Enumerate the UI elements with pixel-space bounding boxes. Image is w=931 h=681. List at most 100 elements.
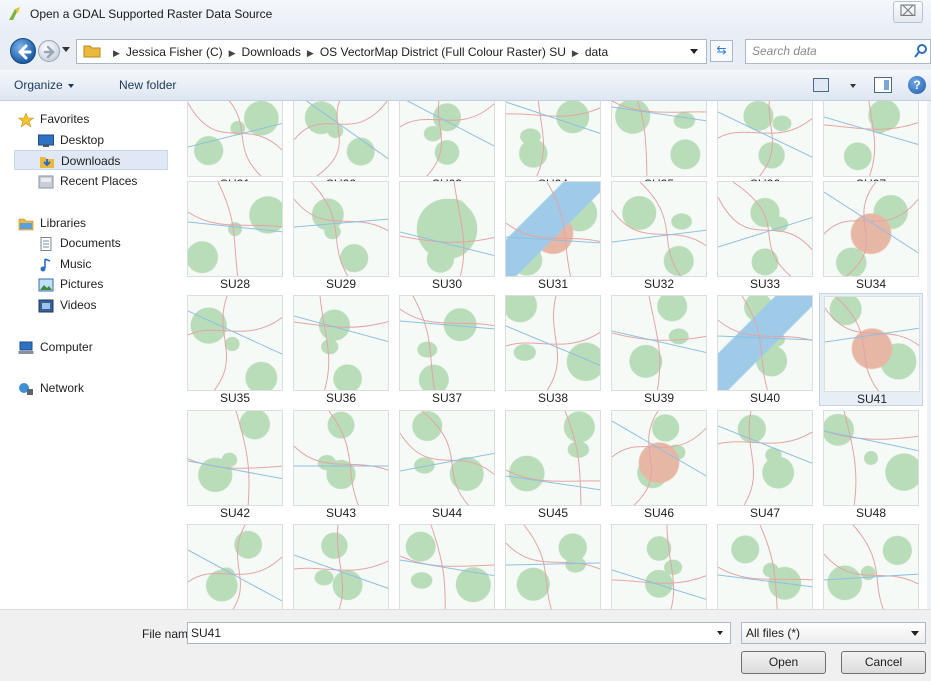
file-item[interactable]: SU41 — [819, 293, 923, 406]
music-icon — [40, 258, 51, 272]
file-type-value: All files (*) — [746, 626, 801, 640]
file-item[interactable]: SU48 — [819, 408, 923, 521]
file-item[interactable]: SU30 — [395, 179, 499, 292]
map-thumbnail — [399, 295, 495, 391]
breadcrumb-item[interactable]: data — [585, 45, 608, 59]
file-item[interactable]: SU39 — [607, 293, 711, 406]
chevron-right-icon[interactable]: ▶ — [307, 48, 314, 58]
file-item[interactable]: SU28 — [183, 179, 287, 292]
scrollbar[interactable] — [927, 101, 931, 609]
file-item[interactable] — [289, 522, 393, 609]
file-item[interactable]: SU38 — [501, 293, 605, 406]
chevron-down-icon[interactable] — [690, 49, 698, 54]
breadcrumb-item[interactable]: OS VectorMap District (Full Colour Raste… — [320, 45, 566, 59]
new-folder-button[interactable]: New folder — [119, 78, 176, 92]
file-name: SU44 — [431, 506, 463, 520]
search-icon — [914, 44, 927, 58]
cancel-button[interactable]: Cancel — [841, 651, 926, 674]
file-name-input[interactable] — [187, 622, 731, 644]
file-item[interactable] — [819, 522, 923, 609]
chevron-down-icon[interactable] — [850, 84, 856, 88]
nav-item-recent-places[interactable]: Recent Places — [38, 171, 168, 191]
file-item[interactable]: SU37 — [395, 293, 499, 406]
file-item[interactable]: SU35 — [183, 293, 287, 406]
file-item[interactable] — [607, 522, 711, 609]
breadcrumb-trail: ▶ Jessica Fisher (C) ▶ Downloads ▶ OS VectorM… — [107, 45, 608, 59]
nav-item-pictures[interactable]: Pictures — [38, 274, 168, 294]
star-icon — [18, 112, 34, 127]
title-bar: Open a GDAL Supported Raster Data Source… — [0, 0, 931, 32]
organize-menu[interactable]: Organize — [14, 78, 74, 92]
chevron-down-icon[interactable] — [717, 631, 723, 635]
file-item[interactable]: SU31 — [501, 179, 605, 292]
file-item[interactable]: SU32 — [607, 179, 711, 292]
command-bar: Organize New folder ? — [0, 70, 931, 101]
map-thumbnail — [611, 101, 707, 177]
map-thumbnail — [187, 410, 283, 506]
file-name: SU38 — [537, 391, 569, 405]
refresh-button[interactable]: ⇆ — [710, 40, 733, 62]
nav-favorites[interactable]: Favorites — [18, 109, 168, 129]
map-thumbnail — [823, 524, 919, 609]
nav-item-videos[interactable]: Videos — [38, 295, 168, 315]
forward-button[interactable] — [38, 40, 60, 62]
close-icon: ⌧ — [899, 3, 917, 20]
file-item[interactable]: SU43 — [289, 408, 393, 521]
refresh-icon: ⇆ — [716, 43, 727, 57]
file-item[interactable]: SU42 — [183, 408, 287, 521]
nav-item-desktop[interactable]: Desktop — [38, 130, 168, 150]
chevron-down-icon — [67, 83, 74, 88]
recent-places-icon — [38, 175, 54, 189]
breadcrumb-item[interactable]: Downloads — [242, 45, 301, 59]
nav-item-music[interactable]: Music — [38, 254, 168, 274]
open-button[interactable]: Open — [741, 651, 826, 674]
file-list[interactable]: SU21SU22SU23SU24SU25SU26SU27SU28SU29SU30… — [171, 101, 931, 609]
file-name: SU29 — [325, 277, 357, 291]
chevron-down-icon — [911, 631, 919, 636]
file-item[interactable]: SU36 — [289, 293, 393, 406]
file-item[interactable] — [183, 522, 287, 609]
change-view-icon[interactable] — [813, 78, 829, 92]
file-item[interactable]: SU34 — [819, 179, 923, 292]
nav-libraries[interactable]: Libraries — [18, 213, 168, 233]
qgis-app-icon — [9, 7, 20, 20]
map-thumbnail — [505, 410, 601, 506]
file-item[interactable]: SU40 — [713, 293, 817, 406]
file-name: SU43 — [325, 506, 357, 520]
file-item[interactable] — [713, 522, 817, 609]
file-item[interactable] — [501, 522, 605, 609]
close-button[interactable]: ⌧ — [893, 1, 923, 23]
preview-pane-icon[interactable] — [874, 77, 892, 93]
back-button[interactable] — [10, 38, 36, 64]
nav-item-documents[interactable]: Documents — [38, 233, 168, 253]
breadcrumb[interactable]: ▶ Jessica Fisher (C) ▶ Downloads ▶ OS VectorM… — [76, 39, 707, 64]
file-item[interactable]: SU47 — [713, 408, 817, 521]
folder-icon — [83, 45, 101, 58]
nav-network[interactable]: Network — [18, 378, 168, 398]
file-item[interactable]: SU45 — [501, 408, 605, 521]
recent-pages-dropdown-icon[interactable] — [62, 47, 70, 52]
file-item[interactable]: SU44 — [395, 408, 499, 521]
file-name: SU33 — [749, 277, 781, 291]
file-item[interactable]: SU29 — [289, 179, 393, 292]
nav-computer[interactable]: Computer — [18, 337, 168, 357]
videos-icon — [38, 299, 54, 313]
map-thumbnail — [611, 295, 707, 391]
file-item[interactable]: SU33 — [713, 179, 817, 292]
map-thumbnail — [611, 524, 707, 609]
nav-item-downloads[interactable]: Downloads — [14, 150, 168, 170]
chevron-right-icon[interactable]: ▶ — [229, 48, 236, 58]
file-name: SU46 — [643, 506, 675, 520]
file-name: SU41 — [856, 392, 888, 406]
map-thumbnail — [399, 410, 495, 506]
file-name: SU35 — [219, 391, 251, 405]
file-type-select[interactable]: All files (*) — [741, 622, 926, 644]
map-thumbnail — [717, 181, 813, 277]
search-input[interactable]: Search data — [745, 39, 931, 64]
chevron-right-icon[interactable]: ▶ — [572, 48, 579, 58]
help-icon[interactable]: ? — [908, 76, 926, 94]
file-item[interactable]: SU46 — [607, 408, 711, 521]
breadcrumb-item[interactable]: Jessica Fisher (C) — [126, 45, 223, 59]
map-thumbnail — [823, 181, 919, 277]
file-item[interactable] — [395, 522, 499, 609]
